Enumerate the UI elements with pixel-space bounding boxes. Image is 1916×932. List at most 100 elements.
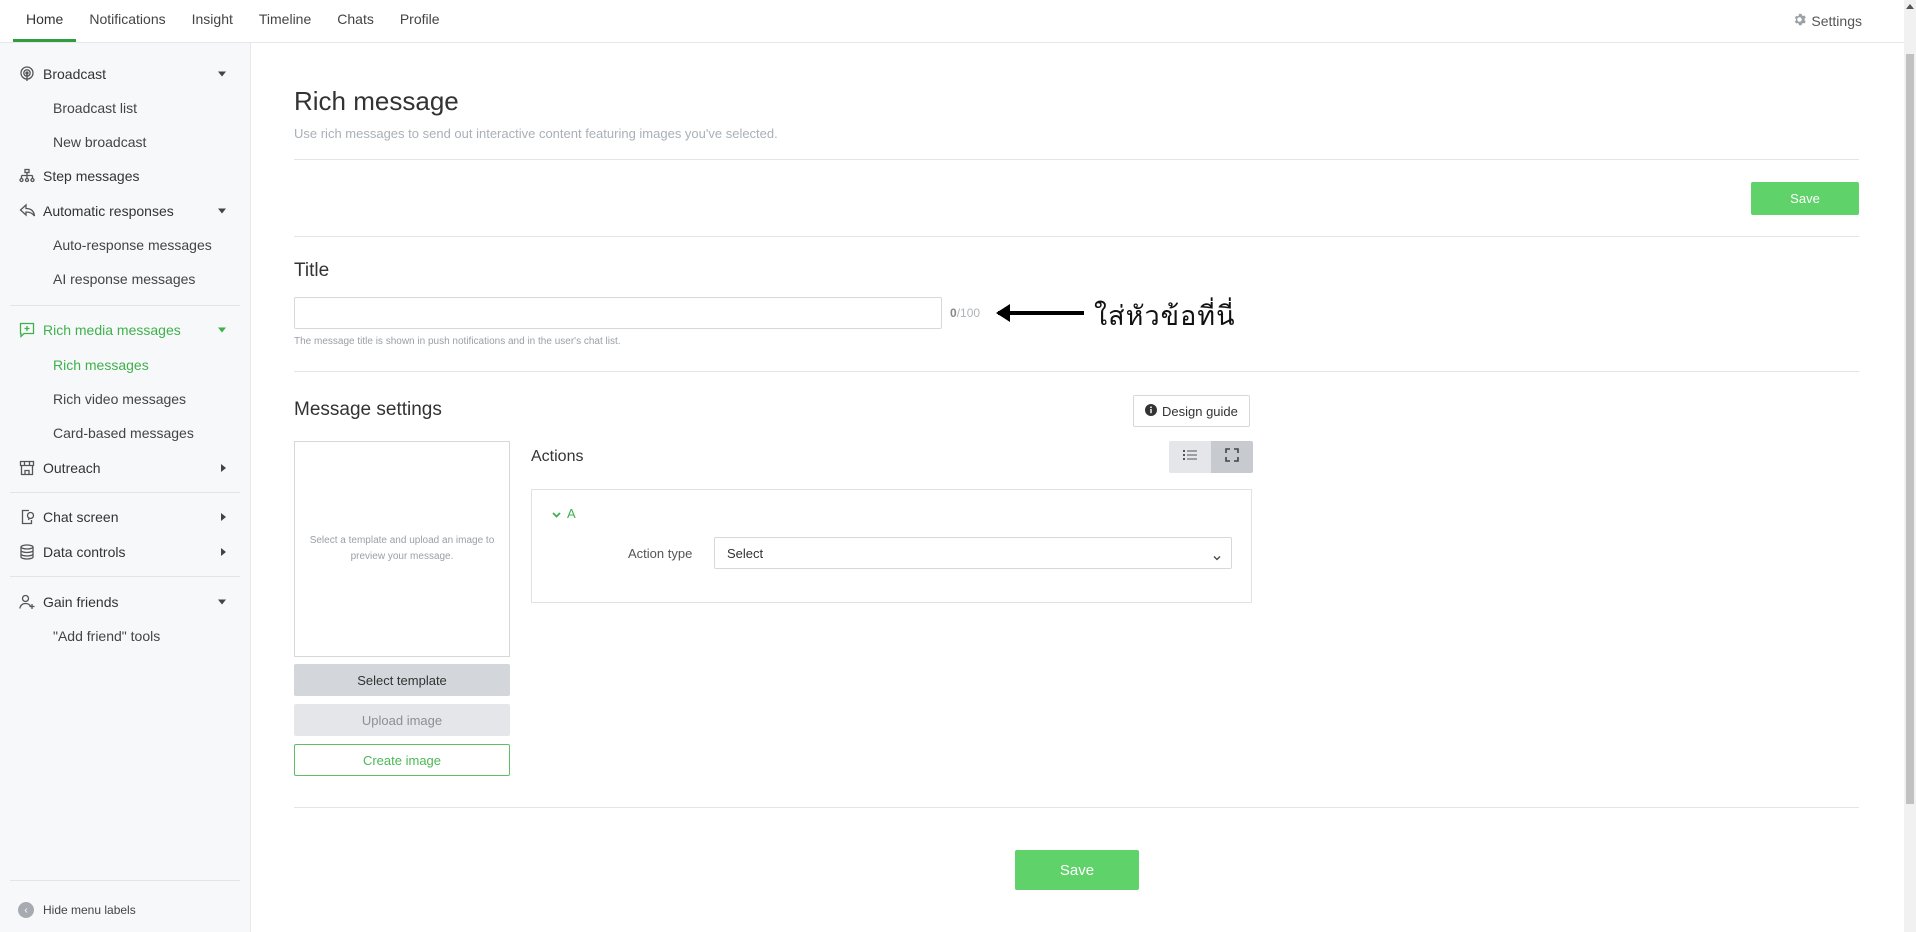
actions-heading: Actions (531, 448, 584, 465)
title-heading: Title (294, 260, 330, 281)
sidebar-item-label: Rich media messages (43, 322, 181, 338)
sidebar-item-automatic-responses[interactable]: Automatic responses (18, 196, 226, 226)
sidebar-divider (10, 492, 240, 493)
gear-icon (1793, 13, 1807, 29)
tab-timeline[interactable]: Timeline (246, 0, 324, 42)
chevron-down-icon (1213, 549, 1221, 564)
design-guide-button[interactable]: Design guide (1133, 395, 1250, 427)
page-title: Rich message (294, 86, 459, 116)
sidebar-item-outreach[interactable]: Outreach (18, 453, 226, 483)
sidebar-item-step-messages[interactable]: Step messages (18, 161, 226, 191)
sidebar: Broadcast Broadcast list New broadcast S… (0, 43, 251, 932)
tab-home[interactable]: Home (13, 0, 77, 42)
tab-insight[interactable]: Insight (179, 0, 246, 42)
store-icon (18, 459, 36, 477)
info-icon (1145, 403, 1157, 419)
phone-chat-icon (18, 508, 36, 526)
caret-down-icon (218, 599, 226, 605)
sidebar-divider (10, 880, 240, 881)
action-a-toggle[interactable]: A (552, 506, 576, 521)
sidebar-item-rich-media-messages[interactable]: Rich media messages (18, 315, 226, 345)
divider (294, 159, 1859, 160)
sidebar-item-data-controls[interactable]: Data controls (18, 537, 226, 567)
actions-panel: A Action type Select (531, 489, 1252, 603)
caret-down-icon (218, 327, 226, 333)
sidebar-item-gain-friends[interactable]: Gain friends (18, 587, 226, 617)
sidebar-subitem-rich-video-messages[interactable]: Rich video messages (53, 387, 186, 411)
add-user-icon (18, 593, 36, 611)
sidebar-divider (10, 305, 240, 306)
sidebar-item-label: Broadcast (43, 66, 107, 82)
action-type-label: Action type (628, 546, 693, 561)
page-subtitle: Use rich messages to send out interactiv… (294, 126, 778, 141)
add-message-icon (18, 321, 36, 339)
hide-menu-labels-button[interactable]: ‹ Hide menu labels (18, 902, 136, 918)
annotation: ใส่หัวข้อที่นี่ (996, 294, 1236, 337)
divider (294, 371, 1859, 372)
caret-down-icon (218, 71, 226, 77)
sidebar-item-chat-screen[interactable]: Chat screen (18, 502, 226, 532)
hierarchy-icon (18, 167, 36, 185)
sidebar-item-label: Automatic responses (43, 203, 174, 219)
message-preview: Select a template and upload an image to… (294, 441, 510, 657)
sidebar-divider (10, 576, 240, 577)
top-navigation: Home Notifications Insight Timeline Chat… (0, 0, 1904, 43)
sidebar-subitem-new-broadcast[interactable]: New broadcast (53, 130, 146, 154)
select-template-button[interactable]: Select template (294, 664, 510, 696)
sidebar-subitem-broadcast-list[interactable]: Broadcast list (53, 96, 137, 120)
scroll-up-icon[interactable] (1906, 4, 1914, 9)
fullscreen-view-button[interactable] (1211, 441, 1253, 473)
database-icon (18, 543, 36, 561)
main-tabs: Home Notifications Insight Timeline Chat… (13, 0, 453, 42)
scrollbar-thumb[interactable] (1906, 54, 1914, 804)
list-icon (1183, 448, 1197, 466)
reply-icon (18, 202, 36, 220)
sidebar-item-label: Data controls (43, 544, 126, 560)
caret-right-icon (221, 513, 226, 521)
sidebar-subitem-add-friend-tools[interactable]: "Add friend" tools (53, 624, 160, 648)
action-name: A (567, 506, 576, 521)
caret-right-icon (221, 548, 226, 556)
sidebar-item-label: Step messages (43, 168, 140, 184)
view-toggle (1169, 441, 1253, 473)
tab-chats[interactable]: Chats (324, 0, 387, 42)
title-char-counter: 0/100 (950, 306, 980, 320)
char-count: 0 (950, 306, 957, 320)
chevron-down-icon (552, 506, 561, 521)
save-button-top[interactable]: Save (1751, 182, 1859, 215)
fullscreen-icon (1225, 447, 1239, 467)
page-scrollbar[interactable] (1904, 0, 1916, 932)
sidebar-item-label: Outreach (43, 460, 101, 476)
action-type-value: Select (727, 545, 764, 561)
title-helper-text: The message title is shown in push notif… (294, 336, 621, 347)
divider (294, 807, 1859, 808)
tab-notifications[interactable]: Notifications (76, 0, 178, 42)
settings-label: Settings (1811, 13, 1862, 29)
sidebar-subitem-auto-response[interactable]: Auto-response messages (53, 233, 212, 257)
annotation-text: ใส่หัวข้อที่นี่ (1094, 301, 1236, 331)
tab-profile[interactable]: Profile (387, 0, 453, 42)
hide-menu-labels-label: Hide menu labels (43, 903, 136, 917)
broadcast-icon (18, 65, 36, 83)
create-image-button[interactable]: Create image (294, 744, 510, 776)
char-max: /100 (956, 306, 981, 320)
caret-right-icon (221, 464, 226, 472)
design-guide-label: Design guide (1162, 403, 1238, 419)
sidebar-item-broadcast[interactable]: Broadcast (18, 59, 226, 89)
preview-placeholder: Select a template and upload an image to… (309, 535, 495, 562)
sidebar-subitem-ai-response[interactable]: AI response messages (53, 267, 195, 291)
caret-down-icon (218, 208, 226, 214)
action-type-select[interactable]: Select (714, 537, 1232, 569)
divider (294, 236, 1859, 237)
message-settings-heading: Message settings (294, 399, 442, 420)
chevron-left-icon: ‹ (18, 902, 34, 918)
title-input[interactable] (294, 297, 942, 329)
save-button-bottom[interactable]: Save (1015, 850, 1139, 890)
sidebar-item-label: Chat screen (43, 509, 119, 525)
sidebar-item-label: Gain friends (43, 594, 119, 610)
list-view-button[interactable] (1169, 441, 1211, 473)
sidebar-subitem-rich-messages[interactable]: Rich messages (53, 353, 149, 377)
sidebar-subitem-card-based-messages[interactable]: Card-based messages (53, 421, 194, 445)
upload-image-button[interactable]: Upload image (294, 704, 510, 736)
settings-link[interactable]: Settings (1793, 13, 1862, 29)
